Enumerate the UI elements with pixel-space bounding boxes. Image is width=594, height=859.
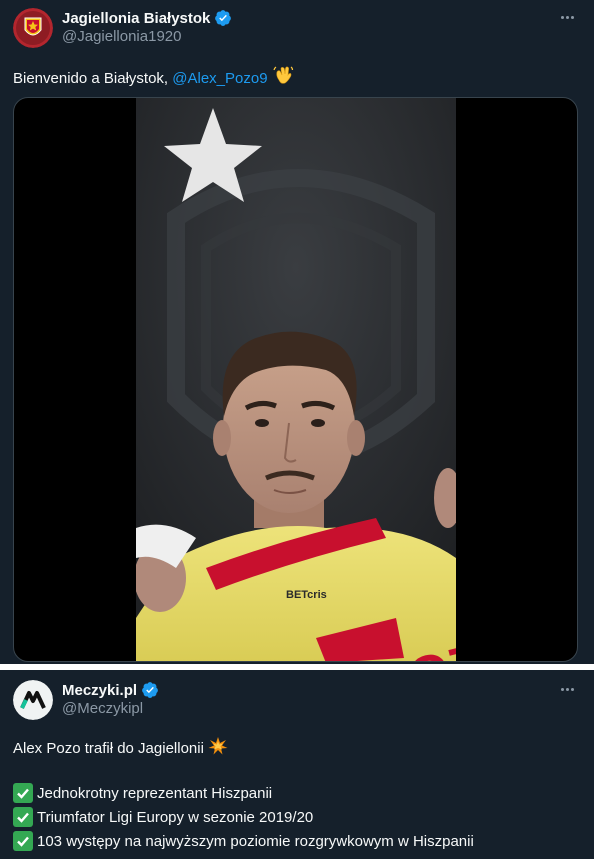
check-mark-icon <box>13 783 33 803</box>
author-row: Meczyki.pl <box>62 680 159 700</box>
tweet-meczyki[interactable]: Meczyki.pl @Meczykipl Alex Pozo trafił d… <box>0 670 594 859</box>
verified-badge-icon <box>142 682 158 698</box>
player-holding-shirt-image: BETcris ALEX POZO <box>136 98 456 661</box>
bullet-item-2: Triumfator Ligi Europy w sezonie 2019/20 <box>13 807 313 827</box>
tweet-headline: Alex Pozo trafił do Jagiellonii <box>13 736 228 759</box>
jagiellonia-crest-icon <box>13 8 53 48</box>
author-name[interactable]: Jagiellonia Białystok <box>62 10 210 27</box>
more-options-icon[interactable] <box>556 7 578 27</box>
tweet-text: Bienvenido a Białystok, @Alex_Pozo9 <box>13 64 294 89</box>
bullet-text: 103 występy na najwyższym poziomie rozgr… <box>37 832 474 850</box>
bullet-text: Jednokrotny reprezentant Hiszpanii <box>37 784 273 802</box>
waving-hand-icon <box>272 66 293 84</box>
headline-text: Alex Pozo trafił do Jagiellonii <box>13 740 204 757</box>
meczyki-avatar[interactable] <box>13 680 53 720</box>
tweet-jagiellonia[interactable]: Jagiellonia Białystok @Jagiellonia1920 B… <box>0 0 594 664</box>
mention-link[interactable]: @Alex_Pozo9 <box>172 70 267 87</box>
author-handle[interactable]: @Jagiellonia1920 <box>62 28 181 45</box>
tweet-text-body: Bienvenido a Białystok, <box>13 70 173 87</box>
more-options-icon[interactable] <box>556 679 578 699</box>
meczyki-logo-icon <box>13 680 53 720</box>
check-mark-icon <box>13 831 33 851</box>
author-name[interactable]: Meczyki.pl <box>62 682 137 699</box>
video-player[interactable]: BETcris ALEX POZO <box>13 97 578 662</box>
verified-badge-icon <box>215 10 232 26</box>
jagiellonia-avatar[interactable] <box>13 8 53 48</box>
bullet-item-1: Jednokrotny reprezentant Hiszpanii <box>13 783 272 803</box>
collision-icon <box>208 737 228 755</box>
video-frame[interactable]: BETcris ALEX POZO <box>136 98 456 661</box>
bullet-text: Triumfator Ligi Europy w sezonie 2019/20 <box>37 808 314 826</box>
author-row: Jagiellonia Białystok <box>62 8 232 28</box>
bullet-item-3: 103 występy na najwyższym poziomie rozgr… <box>13 831 474 851</box>
sponsor-text: BETcris <box>286 589 327 601</box>
check-mark-icon <box>13 807 33 827</box>
author-handle[interactable]: @Meczykipl <box>62 700 143 717</box>
